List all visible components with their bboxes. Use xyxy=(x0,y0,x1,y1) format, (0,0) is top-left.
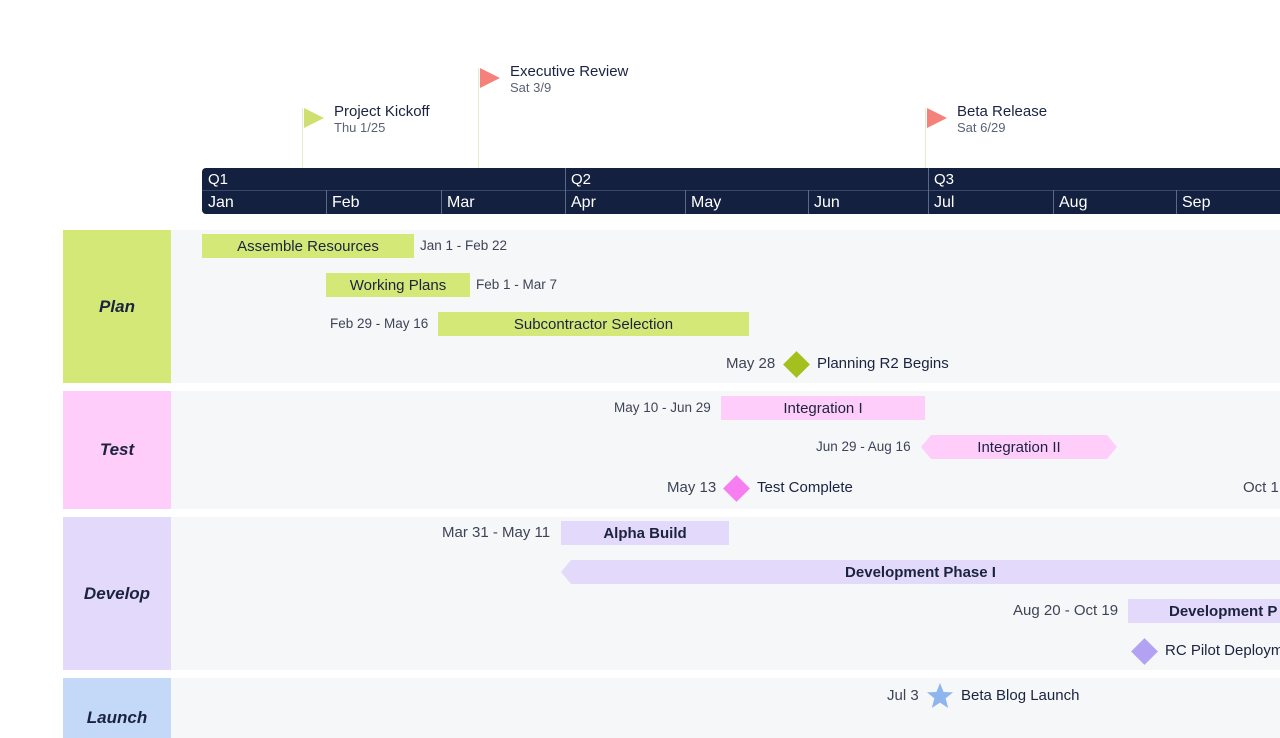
task-dates: May 10 - Jun 29 xyxy=(614,400,711,415)
month-separator xyxy=(1053,190,1054,214)
quarter-separator xyxy=(565,168,566,190)
month-label: Sep xyxy=(1182,194,1211,211)
month-label: Feb xyxy=(332,194,360,211)
milestone-beta-blog-launch[interactable]: Beta Blog Launch xyxy=(961,684,1079,708)
month-separator xyxy=(565,190,566,214)
timeline-divider xyxy=(202,190,1280,191)
milestone-date: Jul 3 xyxy=(887,687,919,704)
month-label: Jun xyxy=(814,194,840,211)
milestone-title: Project Kickoff xyxy=(334,103,430,120)
task-dates: Feb 1 - Mar 7 xyxy=(476,277,558,292)
month-separator xyxy=(441,190,442,214)
milestone-date: Sat 6/29 xyxy=(957,120,1006,135)
month-label: Apr xyxy=(571,194,596,211)
task-dates: Jun 29 - Aug 16 xyxy=(816,439,911,454)
milestone-date: Oct 1 xyxy=(1243,479,1279,496)
month-label: Aug xyxy=(1059,194,1088,211)
lane-launch xyxy=(171,678,1280,738)
timeline-header: Q1 Q2 Q3 Jan Feb Mar Apr May Jun Jul Aug… xyxy=(202,168,1280,214)
task-dates: Mar 31 - May 11 xyxy=(442,524,551,541)
milestone-line xyxy=(925,108,926,168)
milestone-rc-pilot[interactable]: RC Pilot Deploym xyxy=(1165,639,1280,663)
task-dates: Jan 1 - Feb 22 xyxy=(420,238,508,253)
month-separator xyxy=(808,190,809,214)
task-integration-2[interactable]: Integration II xyxy=(921,435,1117,459)
milestone-line xyxy=(302,108,303,168)
month-separator xyxy=(685,190,686,214)
task-subcontractor-selection[interactable]: Subcontractor Selection xyxy=(438,312,749,336)
month-label: Jul xyxy=(934,194,955,211)
milestone-line xyxy=(478,68,479,168)
milestone-date: Thu 1/25 xyxy=(334,120,386,135)
milestone-date: May 28 xyxy=(726,355,776,372)
milestone-title: Executive Review xyxy=(510,63,629,80)
month-label: Mar xyxy=(447,194,475,211)
star-icon[interactable] xyxy=(926,682,954,710)
flag-icon xyxy=(480,68,500,88)
milestone-test-complete[interactable]: Test Complete xyxy=(757,476,853,500)
milestone-planning-r2[interactable]: Planning R2 Begins xyxy=(817,352,949,376)
lane-label-test[interactable]: Test xyxy=(63,391,171,509)
task-assemble-resources[interactable]: Assemble Resources xyxy=(202,234,414,258)
month-separator xyxy=(1176,190,1177,214)
milestone-date: Sat 3/9 xyxy=(510,80,552,95)
flag-icon xyxy=(927,108,947,128)
task-dates: Feb 29 - May 16 xyxy=(330,316,429,331)
month-separator xyxy=(928,190,929,214)
task-alpha-build[interactable]: Alpha Build xyxy=(561,521,729,545)
lane-label-develop[interactable]: Develop xyxy=(63,517,171,670)
milestone-date: May 13 xyxy=(667,479,717,496)
month-label: May xyxy=(691,194,722,211)
task-integration-1[interactable]: Integration I xyxy=(721,396,925,420)
flag-icon xyxy=(304,108,324,128)
task-working-plans[interactable]: Working Plans xyxy=(326,273,470,297)
quarter-label: Q3 xyxy=(934,171,955,188)
quarter-label: Q1 xyxy=(208,171,229,188)
lane-label-launch[interactable]: Launch xyxy=(63,678,171,738)
task-dates: Aug 20 - Oct 19 xyxy=(1013,602,1119,619)
month-label: Jan xyxy=(208,194,234,211)
task-development-phase-1[interactable]: Development Phase I xyxy=(561,560,1280,584)
milestone-title: Beta Release xyxy=(957,103,1048,120)
quarter-separator xyxy=(928,168,929,190)
lane-label-plan[interactable]: Plan xyxy=(63,230,171,383)
month-separator xyxy=(326,190,327,214)
task-development-phase-2[interactable]: Development P xyxy=(1128,599,1280,623)
quarter-label: Q2 xyxy=(571,171,592,188)
